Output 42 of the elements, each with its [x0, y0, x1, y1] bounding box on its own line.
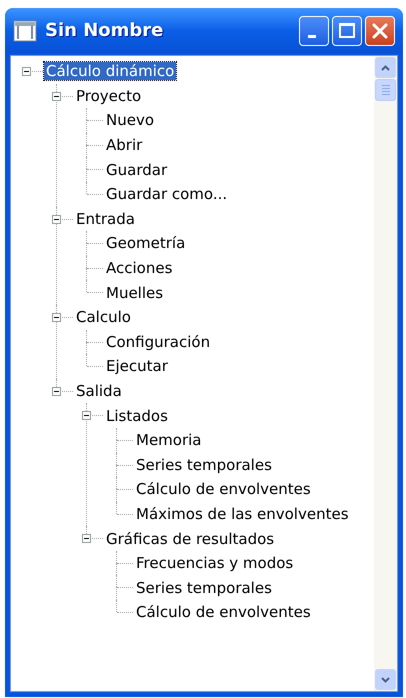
collapse-toggle[interactable] — [52, 92, 61, 101]
tree-item[interactable]: Guardar como... — [104, 185, 230, 204]
scroll-thumb[interactable] — [375, 79, 396, 101]
tree-item[interactable]: Geometría — [104, 234, 188, 252]
collapse-toggle[interactable] — [52, 386, 61, 396]
scroll-up-button[interactable] — [375, 57, 396, 78]
tree-item[interactable]: Frecuencias y modos — [134, 554, 296, 572]
tree-item[interactable]: Muelles — [104, 284, 166, 302]
tree-item[interactable]: Acciones — [104, 259, 174, 278]
tree-item[interactable]: Abrir — [104, 136, 144, 154]
tree-item[interactable]: Configuración — [104, 332, 212, 351]
tree-item[interactable]: Series temporales — [134, 456, 274, 474]
tree-item[interactable]: Cálculo de envolventes — [134, 480, 313, 498]
collapse-toggle[interactable] — [52, 214, 61, 224]
tree-item[interactable]: Nuevo — [104, 111, 156, 130]
tree-item[interactable]: Guardar — [104, 160, 170, 179]
chevron-down-icon — [381, 676, 390, 682]
maximize-button[interactable] — [332, 16, 362, 46]
close-icon — [372, 22, 388, 38]
window-icon — [13, 20, 37, 42]
minimize-button[interactable] — [299, 16, 329, 46]
scroll-down-button[interactable] — [375, 669, 396, 690]
chevron-up-icon — [381, 64, 390, 70]
vertical-scrollbar[interactable] — [374, 56, 397, 691]
tree-item[interactable]: Entrada — [74, 210, 137, 228]
tree-item[interactable]: Listados — [104, 406, 170, 425]
tree-item[interactable]: Calculo — [74, 308, 133, 326]
tree-item[interactable]: Máximos de las envolventes — [134, 504, 351, 523]
collapse-toggle[interactable] — [22, 67, 31, 76]
tree-item[interactable]: Cálculo dinámico — [44, 62, 176, 80]
tree-item[interactable]: Series temporales — [134, 578, 274, 597]
collapse-toggle[interactable] — [82, 534, 91, 544]
collapse-toggle[interactable] — [82, 411, 91, 420]
tree-item[interactable]: Memoria — [134, 431, 204, 450]
tree-item[interactable]: Gráficas de resultados — [104, 530, 276, 548]
tree-item[interactable]: Ejecutar — [104, 357, 170, 376]
close-button[interactable] — [365, 16, 395, 46]
window-title: Sin Nombre — [45, 19, 164, 43]
tree-item[interactable]: Salida — [74, 382, 124, 400]
tree-item[interactable]: Cálculo de envolventes — [134, 603, 313, 622]
tree-item[interactable]: Proyecto — [74, 86, 144, 105]
collapse-toggle[interactable] — [52, 312, 61, 322]
